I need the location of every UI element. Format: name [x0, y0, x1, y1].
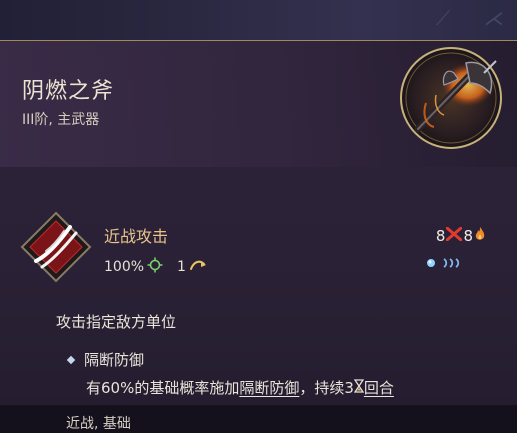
effect-text: 有60%的基础概率施加 隔断防御 ，持续3 回合 [86, 377, 394, 398]
skill-stats: 100% 1 [104, 257, 207, 277]
effect-text-mid: ，持续3 [299, 379, 354, 397]
item-title: 阴燃之斧 [22, 79, 115, 104]
background-rune-icon: ⟋ [436, 6, 450, 30]
effect-text-prefix: 有60%的基础概率施加 [86, 379, 240, 397]
item-subtitle: III阶, 主武器 [22, 112, 100, 128]
movement-chevrons-icon [442, 253, 464, 272]
slash-claw-icon[interactable] [20, 211, 92, 283]
effect-title: 隔断防御 [66, 349, 145, 370]
range-value: 1 [177, 259, 186, 275]
background-strip: ⟋ ⋌ [0, 0, 517, 42]
effect-title-text: 隔断防御 [84, 351, 145, 369]
red-damage-icon [445, 226, 463, 245]
smoldering-axe-icon [396, 43, 506, 153]
fire-icon [473, 226, 487, 246]
action-point-icon [426, 253, 436, 272]
skill-cost: 8 8 [436, 226, 487, 246]
skill-tags: 近战, 基础 [66, 416, 131, 432]
skill-pips [426, 253, 464, 272]
cost-a-value: 8 [435, 227, 446, 245]
accuracy-value: 100% [104, 259, 145, 275]
status-link-sever-defense[interactable]: 隔断防御 [239, 377, 299, 398]
skill-name: 近战攻击 [104, 227, 169, 246]
range-arrow-icon [186, 258, 207, 276]
cost-b-value: 8 [463, 227, 473, 245]
background-rune-icon: ⋌ [484, 6, 504, 30]
item-tooltip: 阴燃之斧 III阶, 主武器 近战攻击 100% 1 8 8 攻击指定敌方单位 … [0, 40, 517, 432]
bullet-diamond-icon [66, 355, 76, 364]
accuracy-crosshair-icon [144, 257, 163, 277]
hourglass-icon [353, 378, 365, 397]
skill-description: 攻击指定敌方单位 [56, 313, 177, 331]
turn-link[interactable]: 回合 [364, 377, 394, 398]
